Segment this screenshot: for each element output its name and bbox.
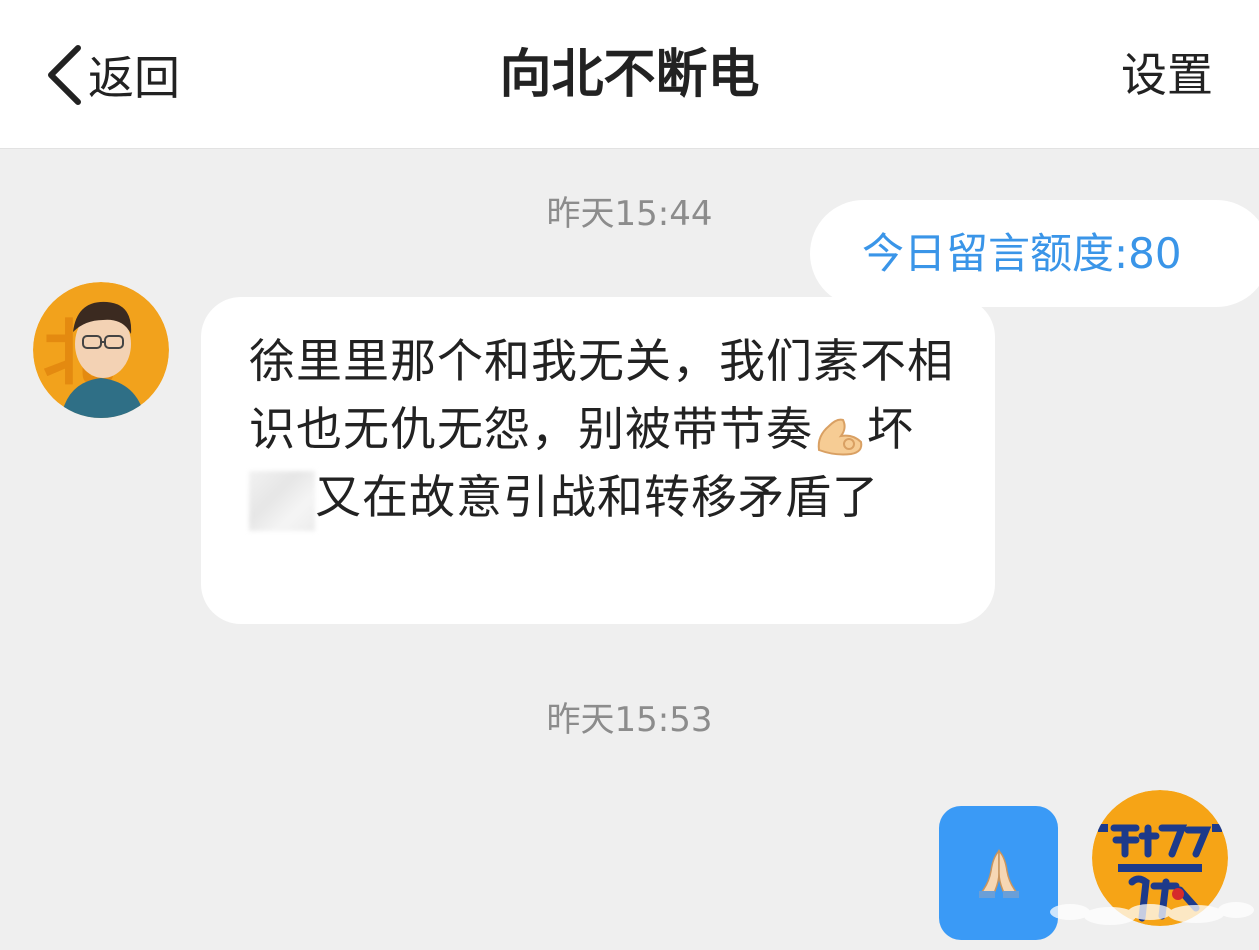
blurred-text: [249, 470, 315, 531]
top-bar: 返回 向北不断电 设置: [0, 0, 1259, 149]
incoming-message-bubble[interactable]: 徐里里那个和我无关，我们素不相识也无仇无怨，别被带节奏 坏又在故意引战和转移矛盾了: [201, 297, 995, 624]
incoming-text-part3: 又在故意引战和转移矛盾了: [315, 470, 879, 524]
my-avatar[interactable]: [1092, 790, 1228, 926]
folded-hands-icon: [978, 849, 1019, 898]
incoming-text-part2: 坏: [867, 402, 914, 456]
outgoing-message-bubble[interactable]: [939, 806, 1058, 940]
quota-bubble: 今日留言额度:80: [810, 200, 1259, 307]
contact-avatar[interactable]: 北: [33, 282, 169, 418]
settings-button[interactable]: 设置: [1121, 40, 1213, 110]
timestamp: 昨天15:53: [546, 700, 713, 740]
chat-title: 向北不断电: [499, 45, 760, 105]
ok-hand-icon: [813, 406, 867, 460]
incoming-message-text: 徐里里那个和我无关，我们素不相识也无仇无怨，别被带节奏 坏又在故意引战和转移矛盾了: [249, 327, 965, 531]
